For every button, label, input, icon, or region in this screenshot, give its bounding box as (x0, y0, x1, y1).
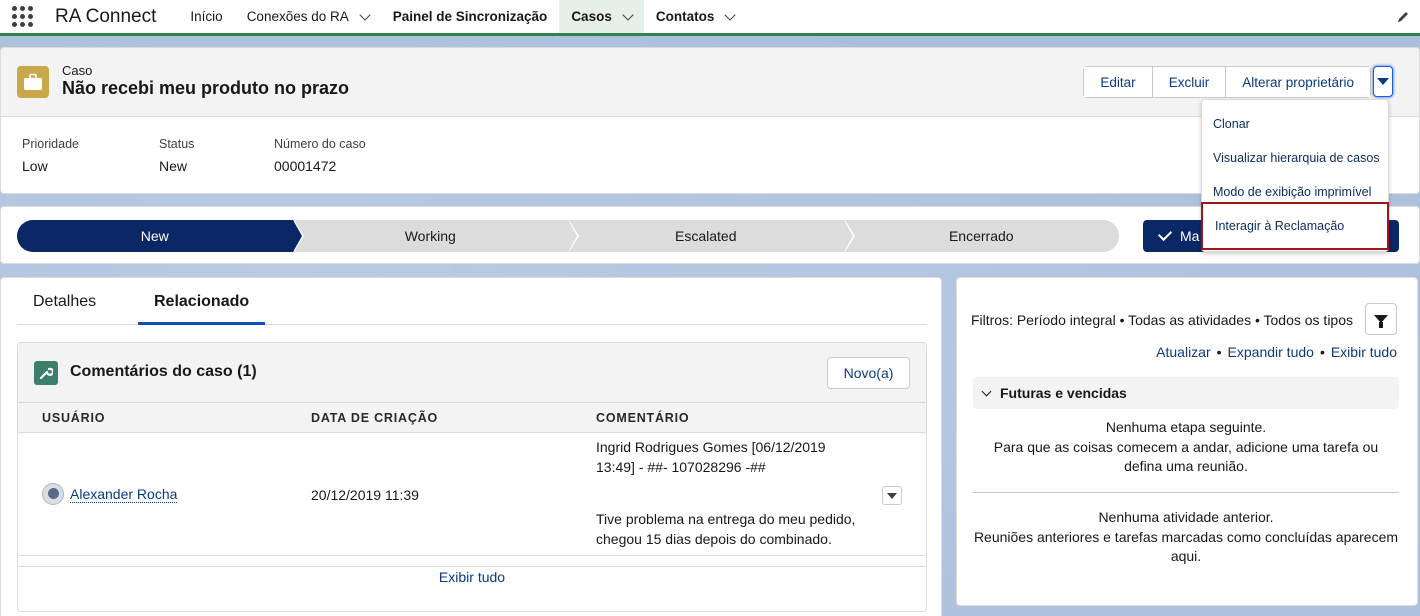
more-actions-menu: Clonar Visualizar hierarquia de casos Mo… (1201, 99, 1389, 252)
field-label: Prioridade (22, 137, 79, 151)
global-navigation: RA Connect Início Conexões do RA Painel … (0, 0, 1420, 36)
user-link[interactable]: Alexander Rocha (70, 486, 178, 503)
filter-button[interactable] (1365, 303, 1397, 335)
tab-details[interactable]: Detalhes (33, 293, 96, 311)
field-case-number: Número do caso 00001472 (274, 137, 366, 174)
nav-item-label: Contatos (655, 9, 715, 24)
app-launcher[interactable] (0, 0, 44, 33)
nav-item-label: Conexões do RA (246, 9, 349, 24)
edit-button[interactable]: Editar (1084, 67, 1153, 97)
waffle-icon (11, 6, 33, 27)
case-comments-related-list: Comentários do caso (1) Novo(a) USUÁRIO … (17, 342, 927, 612)
field-status: Status New (159, 137, 194, 174)
check-icon (1157, 226, 1173, 242)
path-step-new[interactable]: New (17, 220, 304, 252)
active-tab-indicator (138, 322, 265, 325)
tab-related[interactable]: Relacionado (154, 293, 249, 311)
menu-item-interact-complaint[interactable]: Interagir à Reclamação (1201, 202, 1389, 250)
filter-icon (1374, 315, 1388, 328)
change-owner-button[interactable]: Alterar proprietário (1226, 67, 1370, 97)
upcoming-section-toggle[interactable]: Futuras e vencidas (973, 377, 1399, 409)
upcoming-section-title: Futuras e vencidas (1000, 385, 1127, 401)
activity-timeline: Filtros: Período integral • Todas as ati… (956, 277, 1418, 606)
nav-item-label: Casos (571, 9, 612, 24)
activity-links: Atualizar • Expandir tudo • Exibir tudo (1156, 344, 1397, 360)
path-step-closed[interactable]: Encerrado (843, 220, 1119, 252)
empty-title: Nenhuma atividade anterior. (1098, 509, 1274, 525)
nav-item-contacts[interactable]: Contatos (644, 0, 747, 33)
case-icon (17, 66, 49, 98)
user-cell: Alexander Rocha (42, 483, 178, 505)
field-priority: Prioridade Low (22, 137, 79, 174)
edit-nav-pencil-icon[interactable] (1396, 10, 1410, 24)
separator: • (1319, 344, 1325, 360)
field-label: Status (159, 137, 195, 151)
table-header: USUÁRIO DATA DE CRIAÇÃO COMENTÁRIO (18, 403, 926, 433)
past-empty-state: Nenhuma atividade anterior. Reuniões ant… (973, 508, 1399, 567)
new-comment-button[interactable]: Novo(a) (827, 357, 910, 389)
menu-item-clone[interactable]: Clonar (1202, 109, 1388, 139)
row-actions-button[interactable] (882, 486, 902, 505)
nav-item-label: Início (190, 9, 223, 24)
separator: • (1216, 344, 1222, 360)
nav-item-label: Painel de Sincronização (392, 9, 548, 24)
nav-item-cases[interactable]: Casos (559, 0, 644, 33)
expand-all-link[interactable]: Expandir tudo (1228, 344, 1314, 360)
section-divider (973, 492, 1399, 493)
delete-button[interactable]: Excluir (1152, 67, 1227, 97)
chevron-down-icon (981, 386, 992, 396)
mark-status-label: Ma (1180, 228, 1200, 244)
path-step-label: Working (404, 228, 456, 244)
column-header-user[interactable]: USUÁRIO (42, 411, 105, 425)
activity-filters-text: Filtros: Período integral • Todas as ati… (970, 312, 1353, 328)
path-step-working[interactable]: Working (292, 220, 579, 252)
table-row: Alexander Rocha 20/12/2019 11:39 Ingrid … (18, 434, 926, 556)
nav-item-sync-panel[interactable]: Painel de Sincronização (381, 0, 560, 33)
view-all-link[interactable]: Exibir tudo (18, 569, 926, 585)
record-tabs: Detalhes Relacionado (17, 278, 927, 325)
empty-text: Reuniões anteriores e tarefas marcadas c… (973, 528, 1399, 565)
nav-item-ra-connections[interactable]: Conexões do RA (235, 0, 381, 33)
caret-down-icon (1377, 78, 1389, 85)
column-header-comment[interactable]: COMENTÁRIO (596, 411, 689, 425)
empty-text: Para que as coisas comecem a andar, adic… (993, 438, 1379, 475)
empty-title: Nenhuma etapa seguinte. (1105, 419, 1267, 435)
comment-cell: Ingrid Rodrigues Gomes [06/12/2019 13:49… (596, 438, 866, 549)
path-steps: New Working Escalated Encerrado (17, 220, 1119, 252)
chevron-down-icon[interactable] (724, 8, 737, 21)
comment-body: Tive problema na entrega do meu pedido, … (596, 511, 856, 547)
related-list-header: Comentários do caso (1) Novo(a) (18, 343, 926, 403)
path-step-label: Escalated (675, 228, 737, 244)
path-step-escalated[interactable]: Escalated (568, 220, 855, 252)
comment-header: Ingrid Rodrigues Gomes [06/12/2019 13:49… (596, 439, 826, 475)
caret-down-icon (887, 492, 897, 499)
menu-item-view-hierarchy[interactable]: Visualizar hierarquia de casos (1202, 143, 1388, 173)
avatar (42, 483, 64, 505)
footer-divider (18, 566, 926, 567)
path-step-label: Encerrado (948, 228, 1014, 244)
nav-item-home[interactable]: Início (178, 0, 234, 33)
field-label: Número do caso (274, 137, 366, 151)
record-type-label: Caso (62, 63, 93, 78)
field-value: New (159, 158, 188, 174)
chevron-down-icon[interactable] (359, 8, 371, 21)
field-value: Low (22, 158, 48, 174)
record-actions: Editar Excluir Alterar proprietário (1083, 66, 1371, 98)
chevron-down-icon[interactable] (622, 8, 634, 21)
more-actions-button[interactable] (1373, 66, 1393, 97)
related-list-title: Comentários do caso (1) (70, 363, 257, 380)
app-name: RA Connect (55, 5, 157, 27)
record-title: Não recebi meu produto no prazo (62, 78, 350, 98)
record-main: Detalhes Relacionado Comentários do caso… (0, 277, 942, 616)
column-header-created[interactable]: DATA DE CRIAÇÃO (311, 411, 438, 425)
wrench-icon (34, 361, 58, 385)
field-value: 00001472 (274, 158, 337, 174)
refresh-link[interactable]: Atualizar (1156, 344, 1210, 360)
created-date: 20/12/2019 11:39 (311, 487, 419, 503)
path-step-label: New (140, 228, 169, 244)
view-all-activity-link[interactable]: Exibir tudo (1331, 344, 1397, 360)
upcoming-empty-state: Nenhuma etapa seguinte. Para que as cois… (973, 418, 1399, 477)
